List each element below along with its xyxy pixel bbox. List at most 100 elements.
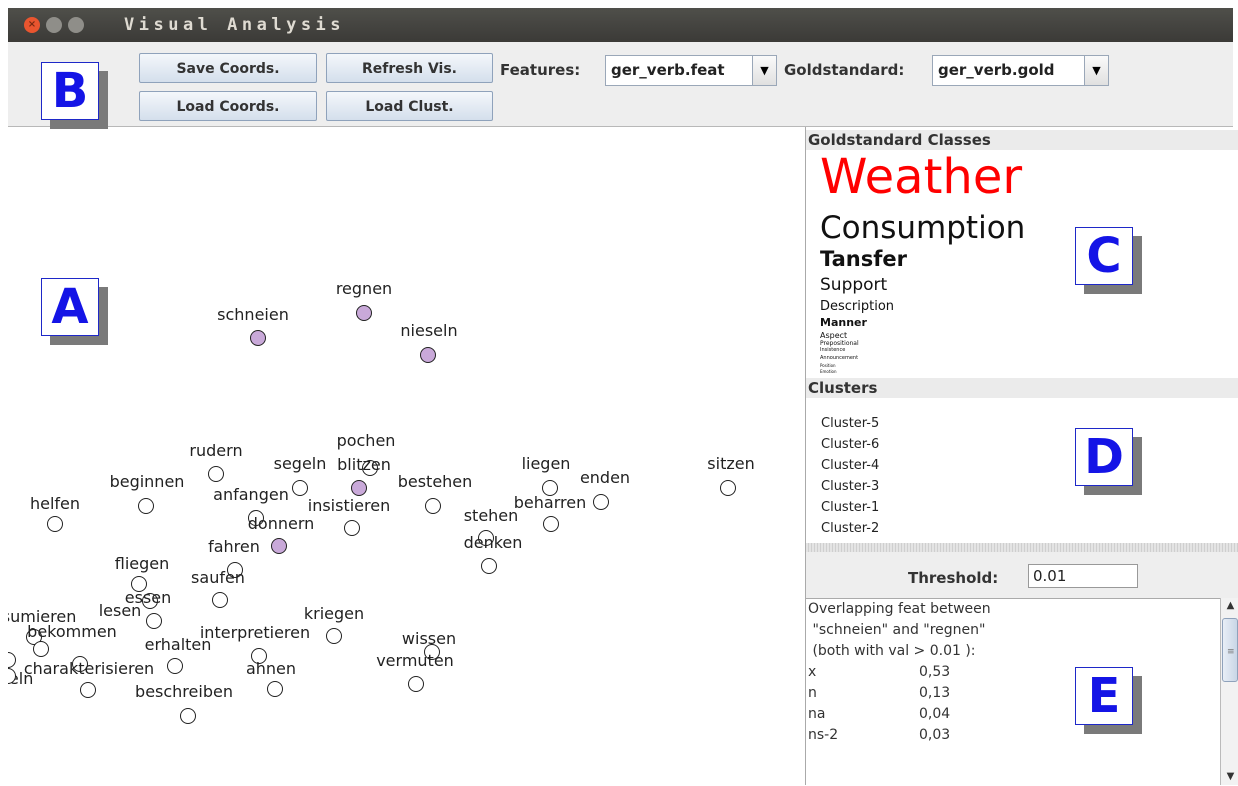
load-coords-button[interactable]: Load Coords. bbox=[139, 91, 317, 121]
word-label: regnen bbox=[335, 279, 393, 298]
right-panel: Goldstandard Classes Weather Consumption T… bbox=[805, 127, 1238, 786]
word-node[interactable] bbox=[408, 676, 424, 692]
goldstandard-value: ger_verb.gold bbox=[938, 61, 1055, 79]
feature-value: 0,04 bbox=[919, 706, 951, 722]
goldstandard-class-item[interactable]: Support bbox=[820, 277, 887, 294]
word-label: fahren bbox=[208, 537, 260, 556]
cluster-list-item[interactable]: Cluster-3 bbox=[821, 479, 879, 494]
word-node[interactable] bbox=[326, 628, 342, 644]
word-label: beginnen bbox=[109, 472, 185, 491]
scroll-thumb[interactable]: ≡ bbox=[1222, 618, 1238, 682]
word-node[interactable] bbox=[250, 330, 266, 346]
word-node[interactable] bbox=[80, 682, 96, 698]
word-label: saufen bbox=[191, 568, 245, 587]
word-node[interactable] bbox=[420, 347, 436, 363]
overlap-text-line: "schneien" and "regnen" bbox=[808, 622, 986, 638]
word-label: kriegen bbox=[303, 604, 365, 623]
annotation-label-c: C bbox=[1075, 227, 1133, 285]
word-node[interactable] bbox=[481, 558, 497, 574]
word-node[interactable] bbox=[212, 592, 228, 608]
word-scatter-canvas[interactable]: regnen schneien nieseln pochen rudern segeln b… bbox=[8, 127, 798, 725]
overlap-text-area[interactable]: Overlapping feat between "schneien" and … bbox=[806, 598, 1220, 786]
word-label: wissen bbox=[401, 629, 457, 648]
goldstandard-class-item[interactable]: Announcement bbox=[820, 356, 858, 361]
word-label: stehen bbox=[463, 506, 519, 525]
word-label: anfangen bbox=[213, 485, 289, 504]
close-icon[interactable]: × bbox=[24, 17, 40, 33]
word-label: insistieren bbox=[307, 496, 391, 515]
goldstandard-class-item[interactable]: Weather bbox=[820, 153, 1022, 201]
word-label: blitzen bbox=[337, 455, 391, 474]
feature-name: n bbox=[808, 685, 817, 701]
word-label: vermuten bbox=[376, 651, 454, 670]
word-node[interactable] bbox=[543, 516, 559, 532]
word-label: lesen bbox=[98, 601, 142, 620]
word-node[interactable] bbox=[425, 498, 441, 514]
word-node[interactable] bbox=[47, 516, 63, 532]
word-node[interactable] bbox=[208, 466, 224, 482]
annotation-label-d: D bbox=[1075, 428, 1133, 486]
word-node[interactable] bbox=[138, 498, 154, 514]
scroll-down-icon[interactable]: ▼ bbox=[1221, 769, 1238, 785]
load-clust-button[interactable]: Load Clust. bbox=[326, 91, 493, 121]
maximize-icon[interactable] bbox=[68, 17, 84, 33]
split-pane-divider[interactable] bbox=[806, 543, 1238, 552]
word-node[interactable] bbox=[271, 538, 287, 554]
vertical-scrollbar[interactable]: ▲ ≡ ▼ bbox=[1220, 598, 1238, 785]
feature-value: 0,53 bbox=[919, 664, 951, 680]
word-label: bekommen bbox=[27, 622, 117, 641]
word-node[interactable] bbox=[267, 681, 283, 697]
cluster-list-item[interactable]: Cluster-6 bbox=[821, 437, 879, 452]
cluster-list-item[interactable]: Cluster-5 bbox=[821, 416, 879, 431]
goldstandard-class-item[interactable]: Position bbox=[820, 364, 836, 368]
window-title: Visual Analysis bbox=[124, 15, 346, 35]
minimize-icon[interactable] bbox=[46, 17, 62, 33]
word-node[interactable] bbox=[351, 480, 367, 496]
word-label: beharren bbox=[513, 493, 587, 512]
word-node[interactable] bbox=[180, 708, 196, 724]
refresh-vis-button[interactable]: Refresh Vis. bbox=[326, 53, 493, 83]
word-node[interactable] bbox=[8, 652, 16, 668]
word-node[interactable] bbox=[33, 641, 49, 657]
chevron-down-icon[interactable]: ▼ bbox=[1084, 56, 1108, 85]
features-value: ger_verb.feat bbox=[611, 61, 725, 79]
word-label: liegen bbox=[521, 454, 571, 473]
goldstandard-class-item[interactable]: Emotion bbox=[820, 370, 837, 374]
cluster-list-item[interactable]: Cluster-2 bbox=[821, 521, 879, 536]
feature-name: x bbox=[808, 664, 817, 680]
word-node[interactable] bbox=[292, 480, 308, 496]
goldstandard-select[interactable]: ger_verb.gold ▼ bbox=[932, 55, 1109, 86]
word-node[interactable] bbox=[146, 613, 162, 629]
overlap-text-line: Overlapping feat between bbox=[808, 601, 991, 617]
word-node[interactable] bbox=[720, 480, 736, 496]
word-label: pochen bbox=[336, 431, 396, 450]
features-select[interactable]: ger_verb.feat ▼ bbox=[605, 55, 777, 86]
word-label: denken bbox=[463, 533, 523, 552]
annotation-label-e: E bbox=[1075, 667, 1133, 725]
word-node[interactable] bbox=[356, 305, 372, 321]
features-label: Features: bbox=[500, 61, 581, 79]
goldstandard-class-item[interactable]: Consumption bbox=[820, 213, 1025, 244]
goldstandard-class-item[interactable]: Manner bbox=[820, 317, 867, 328]
threshold-input[interactable] bbox=[1028, 564, 1138, 588]
cluster-list-item[interactable]: Cluster-1 bbox=[821, 500, 879, 515]
goldstandard-class-item[interactable]: Aspect bbox=[820, 332, 847, 340]
word-node[interactable] bbox=[167, 658, 183, 674]
word-node[interactable] bbox=[344, 520, 360, 536]
cluster-list-item[interactable]: Cluster-4 bbox=[821, 458, 879, 473]
goldstandard-class-item[interactable]: Tansfer bbox=[820, 249, 907, 270]
word-label: enden bbox=[579, 468, 631, 487]
word-label: nieseln bbox=[400, 321, 458, 340]
save-coords-button[interactable]: Save Coords. bbox=[139, 53, 317, 83]
word-node[interactable] bbox=[593, 494, 609, 510]
threshold-label: Threshold: bbox=[908, 569, 999, 587]
word-label: segeln bbox=[273, 454, 327, 473]
chevron-down-icon[interactable]: ▼ bbox=[752, 56, 776, 85]
feature-value: 0,13 bbox=[919, 685, 951, 701]
scroll-up-icon[interactable]: ▲ bbox=[1221, 598, 1238, 614]
word-label: donnern bbox=[247, 514, 315, 533]
word-label: bestehen bbox=[397, 472, 473, 491]
toolbar: Save Coords. Load Coords. Refresh Vis. L… bbox=[8, 42, 1233, 127]
goldstandard-class-item[interactable]: Description bbox=[820, 300, 894, 313]
goldstandard-class-item[interactable]: Insistence bbox=[820, 348, 845, 353]
